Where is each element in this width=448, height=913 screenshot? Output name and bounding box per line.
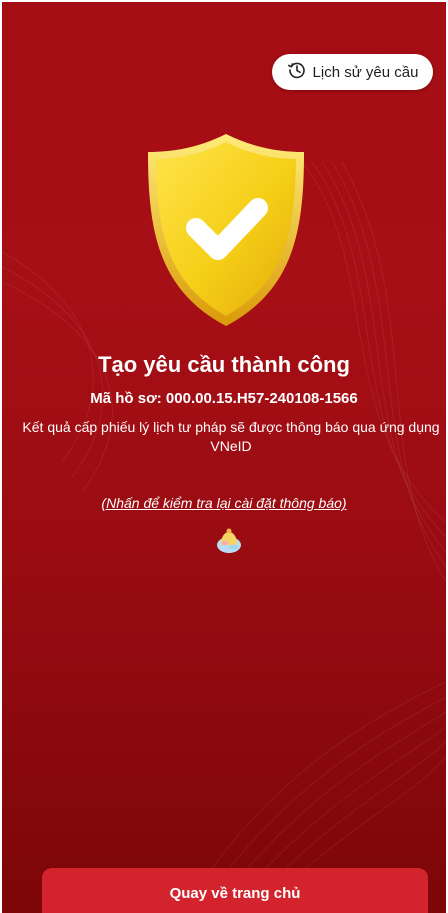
request-history-label: Lịch sử yêu cầu: [312, 63, 419, 81]
app-frame: Lịch sử yêu cầu Tạo yêu cầu thành công M…: [0, 0, 448, 913]
record-code: Mã hồ sơ: 000.00.15.H57-240108-1566: [90, 390, 358, 407]
success-screen: Lịch sử yêu cầu Tạo yêu cầu thành công M…: [2, 2, 446, 913]
request-history-button[interactable]: Lịch sử yêu cầu: [272, 54, 433, 90]
back-to-home-button[interactable]: Quay về trang chủ: [42, 868, 428, 913]
success-title: Tạo yêu cầu thành công: [98, 352, 350, 377]
history-clock-icon: [287, 60, 307, 84]
shield-check-icon: [148, 134, 304, 326]
notification-bell-icon: [217, 528, 241, 553]
result-message: Kết quả cấp phiếu lý lịch tư pháp sẽ đượ…: [22, 419, 440, 454]
recheck-notification-settings-link[interactable]: (Nhấn để kiểm tra lại cài đặt thông báo): [2, 495, 446, 511]
